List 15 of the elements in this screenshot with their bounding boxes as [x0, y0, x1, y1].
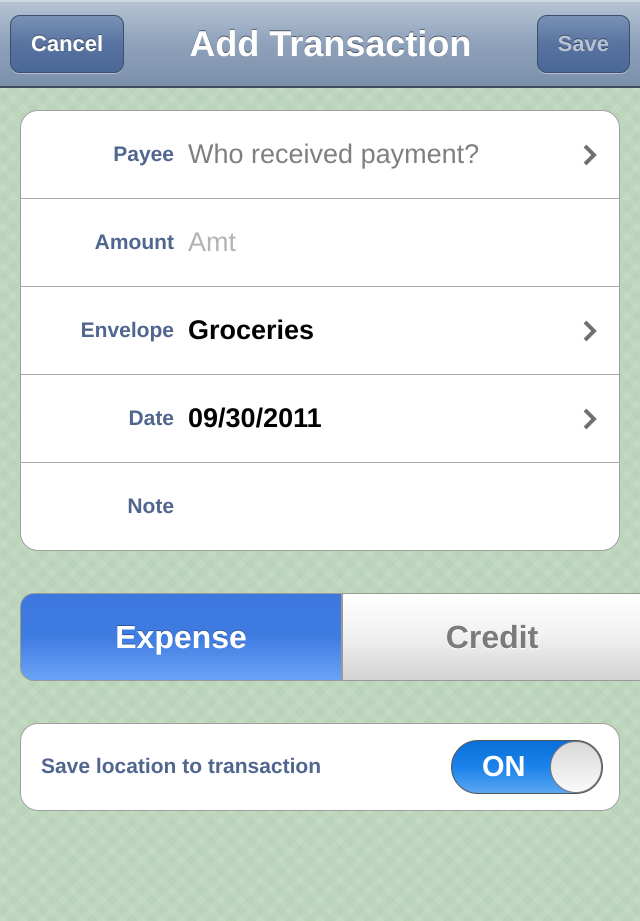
field-placeholder[interactable]: Amt	[188, 227, 597, 258]
field-label: Amount	[94, 230, 174, 254]
field-label: Payee	[112, 142, 174, 166]
segment-tab[interactable]: Expense	[20, 593, 342, 681]
field-placeholder[interactable]: Who received payment?	[188, 139, 583, 170]
field-label: Date	[127, 406, 174, 430]
field-label: Envelope	[80, 318, 174, 342]
cancel-button[interactable]: Cancel	[10, 15, 124, 73]
toggle-switch[interactable]: ON	[451, 740, 603, 794]
field-value[interactable]: Groceries	[188, 315, 583, 346]
field-label: Note	[126, 494, 174, 518]
screen-title: Add Transaction	[189, 23, 472, 65]
toggle-label: Save location to transaction	[41, 755, 322, 779]
segment-tab[interactable]: Credit	[342, 593, 640, 681]
field-value[interactable]: 09/30/2011	[188, 403, 583, 434]
